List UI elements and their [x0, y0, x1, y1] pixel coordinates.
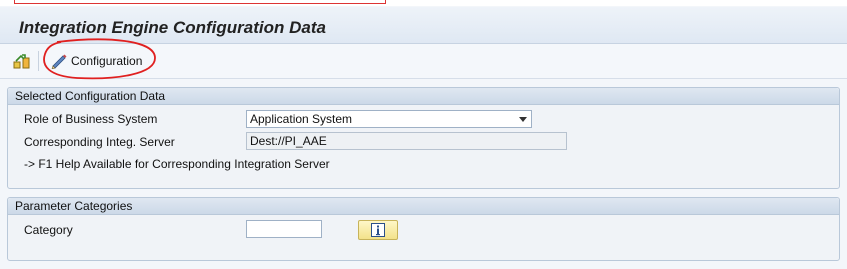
server-field[interactable]: Dest://PI_AAE: [246, 132, 567, 150]
chevron-down-icon[interactable]: [519, 117, 527, 122]
configuration-button[interactable]: Configuration: [46, 51, 146, 71]
toolbar: Configuration: [0, 44, 847, 79]
page-title: Integration Engine Configuration Data: [19, 18, 326, 37]
role-value: Application System: [250, 112, 353, 126]
help-text: -> F1 Help Available for Corresponding I…: [24, 157, 330, 171]
info-icon: [371, 223, 385, 237]
toolbar-separator: [38, 51, 39, 71]
configuration-label: Configuration: [71, 54, 143, 68]
display-change-icon[interactable]: [12, 53, 34, 71]
category-input[interactable]: [246, 220, 322, 238]
group-title: Selected Configuration Data: [8, 88, 839, 105]
title-bar: Integration Engine Configuration Data: [0, 7, 847, 44]
category-label: Category: [24, 223, 73, 237]
pencil-icon: [51, 54, 67, 69]
parameter-categories-group: Parameter Categories Category: [7, 197, 840, 261]
server-label: Corresponding Integ. Server: [24, 135, 175, 149]
role-select[interactable]: Application System: [246, 110, 532, 128]
top-strip: [0, 0, 847, 6]
selected-configuration-group: Selected Configuration Data Role of Busi…: [7, 87, 840, 189]
server-value: Dest://PI_AAE: [250, 134, 327, 148]
role-label: Role of Business System: [24, 112, 158, 126]
group-title: Parameter Categories: [8, 198, 839, 215]
annotation-mark: [14, 0, 386, 4]
info-button[interactable]: [358, 220, 398, 240]
